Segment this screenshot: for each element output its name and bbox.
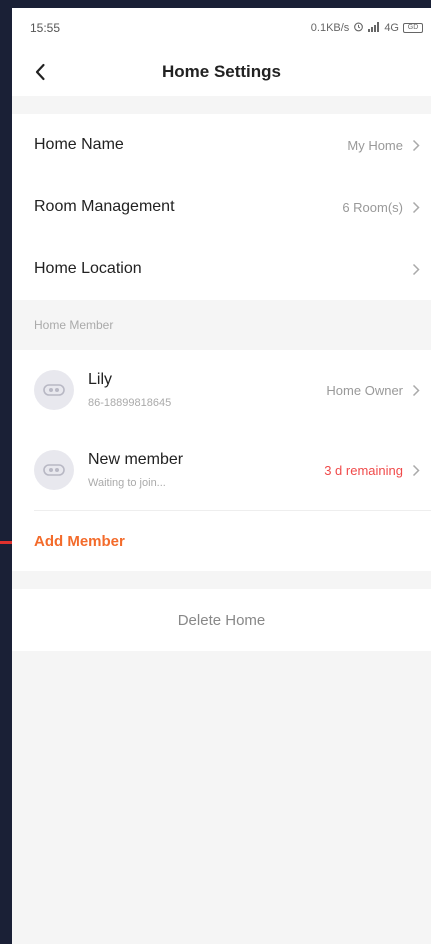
member-status-group: 3 d remaining	[324, 463, 423, 478]
room-management-row[interactable]: Room Management 6 Room(s)	[12, 176, 431, 238]
battery-icon: GD	[403, 23, 423, 33]
device-frame: 15:55 0.1KB/s 4G GD Home Settings Home N…	[0, 0, 431, 944]
status-bar: 15:55 0.1KB/s 4G GD	[12, 8, 431, 48]
home-name-value: My Home	[347, 137, 403, 153]
alarm-icon	[353, 21, 364, 35]
room-management-label: Room Management	[34, 198, 175, 215]
home-name-row[interactable]: Home Name My Home	[12, 114, 431, 176]
chevron-right-icon	[409, 200, 423, 214]
member-name: Lily	[88, 371, 113, 388]
network-speed: 0.1KB/s	[310, 22, 350, 34]
chevron-right-icon	[409, 262, 423, 276]
member-row-lily[interactable]: Lily 86-18899818645 Home Owner	[12, 350, 431, 430]
navigation-bar: Home Settings	[12, 48, 431, 96]
home-member-header: Home Member	[12, 300, 431, 350]
member-row-new-member[interactable]: New member Waiting to join... 3 d remain…	[12, 430, 431, 510]
member-phone: 86-18899818645	[88, 397, 172, 409]
status-indicators: 0.1KB/s 4G GD	[311, 21, 423, 35]
app-screen: 15:55 0.1KB/s 4G GD Home Settings Home N…	[12, 8, 431, 944]
member-invite-status: Waiting to join...	[88, 477, 166, 489]
signal-icon	[368, 21, 380, 35]
member-name: New member	[88, 451, 184, 468]
chevron-left-icon[interactable]	[28, 60, 52, 84]
members-card: Lily 86-18899818645 Home Owner New membe…	[12, 350, 431, 571]
home-location-row[interactable]: Home Location	[12, 238, 431, 300]
room-management-value-group: 6 Room(s)	[342, 200, 423, 215]
home-name-value-group: My Home	[347, 138, 423, 153]
add-member-button[interactable]: Add Member	[12, 511, 431, 571]
member-left: Lily 86-18899818645	[34, 370, 171, 410]
signal-type: 4G	[384, 22, 399, 34]
home-name-label: Home Name	[34, 136, 124, 153]
member-role: Home Owner	[326, 382, 403, 398]
member-info: Lily 86-18899818645	[88, 371, 171, 409]
home-location-value-group	[403, 262, 423, 276]
avatar	[34, 450, 74, 490]
member-info: New member Waiting to join...	[88, 451, 183, 489]
chevron-right-icon	[409, 138, 423, 152]
member-status-group: Home Owner	[326, 383, 423, 398]
home-location-label: Home Location	[34, 260, 142, 277]
section-gap	[12, 96, 431, 114]
home-settings-card: Home Name My Home Room Management 6 Room…	[12, 114, 431, 300]
invite-remaining-badge: 3 d remaining	[324, 462, 403, 478]
delete-home-button[interactable]: Delete Home	[12, 589, 431, 651]
chevron-right-icon	[409, 463, 423, 477]
page-title: Home Settings	[161, 62, 282, 81]
member-left: New member Waiting to join...	[34, 450, 183, 490]
avatar	[34, 370, 74, 410]
chevron-right-icon	[409, 383, 423, 397]
room-count-value: 6 Room(s)	[342, 199, 403, 215]
status-time: 15:55	[30, 21, 61, 35]
section-gap	[12, 571, 431, 589]
